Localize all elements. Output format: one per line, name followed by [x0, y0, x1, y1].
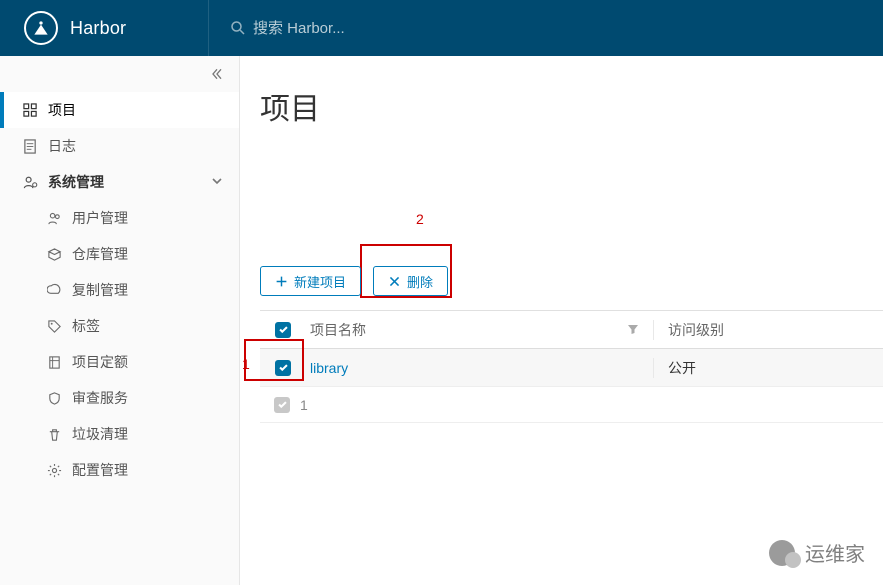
sidebar: 项目 日志 系统管理 用户管理 仓库管理 复制管理 — [0, 56, 240, 585]
users-icon — [46, 211, 62, 226]
sidebar-item-label: 用户管理 — [72, 208, 128, 228]
sidebar-item-repos[interactable]: 仓库管理 — [0, 236, 239, 272]
sidebar-item-label: 标签 — [72, 316, 100, 336]
global-search[interactable] — [208, 0, 883, 56]
harbor-logo-icon — [24, 11, 58, 45]
watermark: 运维家 — [769, 538, 865, 567]
delete-label: 删除 — [407, 272, 433, 291]
new-project-button[interactable]: 新建项目 — [260, 266, 361, 296]
projects-table: 项目名称 访问级别 library 公开 — [260, 310, 883, 423]
sidebar-item-labels[interactable]: 标签 — [0, 308, 239, 344]
table-footer: 1 — [260, 387, 883, 423]
column-header-name[interactable]: 项目名称 — [306, 320, 653, 340]
filter-icon[interactable] — [627, 322, 639, 338]
wechat-icon — [769, 540, 795, 566]
sidebar-item-label: 日志 — [48, 136, 76, 156]
brand-name: Harbor — [70, 18, 126, 39]
search-icon — [229, 19, 247, 37]
sidebar-item-quota[interactable]: 项目定额 — [0, 344, 239, 380]
search-input[interactable] — [253, 20, 493, 37]
sidebar-item-label: 垃圾清理 — [72, 424, 128, 444]
replication-icon — [46, 283, 62, 298]
annotation-step-1: 1 — [242, 356, 250, 372]
row-checkbox[interactable] — [275, 360, 291, 376]
app-header: Harbor — [0, 0, 883, 56]
logs-icon — [22, 139, 38, 154]
delete-button[interactable]: 删除 — [373, 266, 448, 296]
sidebar-item-logs[interactable]: 日志 — [0, 128, 239, 164]
sidebar-item-gc[interactable]: 垃圾清理 — [0, 416, 239, 452]
gc-icon — [46, 427, 62, 442]
column-header-access[interactable]: 访问级别 — [653, 320, 883, 340]
scan-icon — [46, 391, 62, 406]
sidebar-item-label: 仓库管理 — [72, 244, 128, 264]
sidebar-item-replication[interactable]: 复制管理 — [0, 272, 239, 308]
annotation-step-2: 2 — [416, 211, 424, 227]
sidebar-item-label: 审查服务 — [72, 388, 128, 408]
projects-icon — [22, 103, 38, 118]
sidebar-item-projects[interactable]: 项目 — [0, 92, 239, 128]
sidebar-collapse-button[interactable] — [0, 56, 239, 92]
sidebar-item-label: 项目定额 — [72, 352, 128, 372]
quota-icon — [46, 355, 62, 370]
table-row[interactable]: library 公开 — [260, 349, 883, 387]
table-header-row: 项目名称 访问级别 — [260, 311, 883, 349]
config-icon — [46, 463, 62, 478]
chevron-down-icon — [211, 174, 223, 190]
selected-count: 1 — [300, 397, 308, 413]
project-name-link[interactable]: library — [310, 360, 348, 376]
sidebar-item-config[interactable]: 配置管理 — [0, 452, 239, 488]
close-icon — [388, 275, 401, 288]
sidebar-item-label: 配置管理 — [72, 460, 128, 480]
sidebar-item-users[interactable]: 用户管理 — [0, 200, 239, 236]
sidebar-item-label: 复制管理 — [72, 280, 128, 300]
sidebar-item-label: 项目 — [48, 100, 76, 120]
repos-icon — [46, 247, 62, 262]
main-content: 项目 2 新建项目 删除 项目名称 — [240, 56, 883, 585]
toolbar: 新建项目 删除 — [260, 266, 448, 296]
brand: Harbor — [0, 11, 208, 45]
sidebar-item-scan[interactable]: 审查服务 — [0, 380, 239, 416]
page-title: 项目 — [260, 84, 883, 128]
select-all-checkbox[interactable] — [275, 322, 291, 338]
tag-icon — [46, 319, 62, 334]
footer-select-icon — [274, 397, 290, 413]
watermark-text: 运维家 — [805, 538, 865, 567]
sidebar-item-admin[interactable]: 系统管理 — [0, 164, 239, 200]
project-access: 公开 — [653, 358, 883, 378]
chevron-double-left-icon — [209, 66, 225, 82]
admin-icon — [22, 175, 38, 190]
new-project-label: 新建项目 — [294, 272, 346, 291]
sidebar-item-label: 系统管理 — [48, 172, 104, 192]
plus-icon — [275, 275, 288, 288]
